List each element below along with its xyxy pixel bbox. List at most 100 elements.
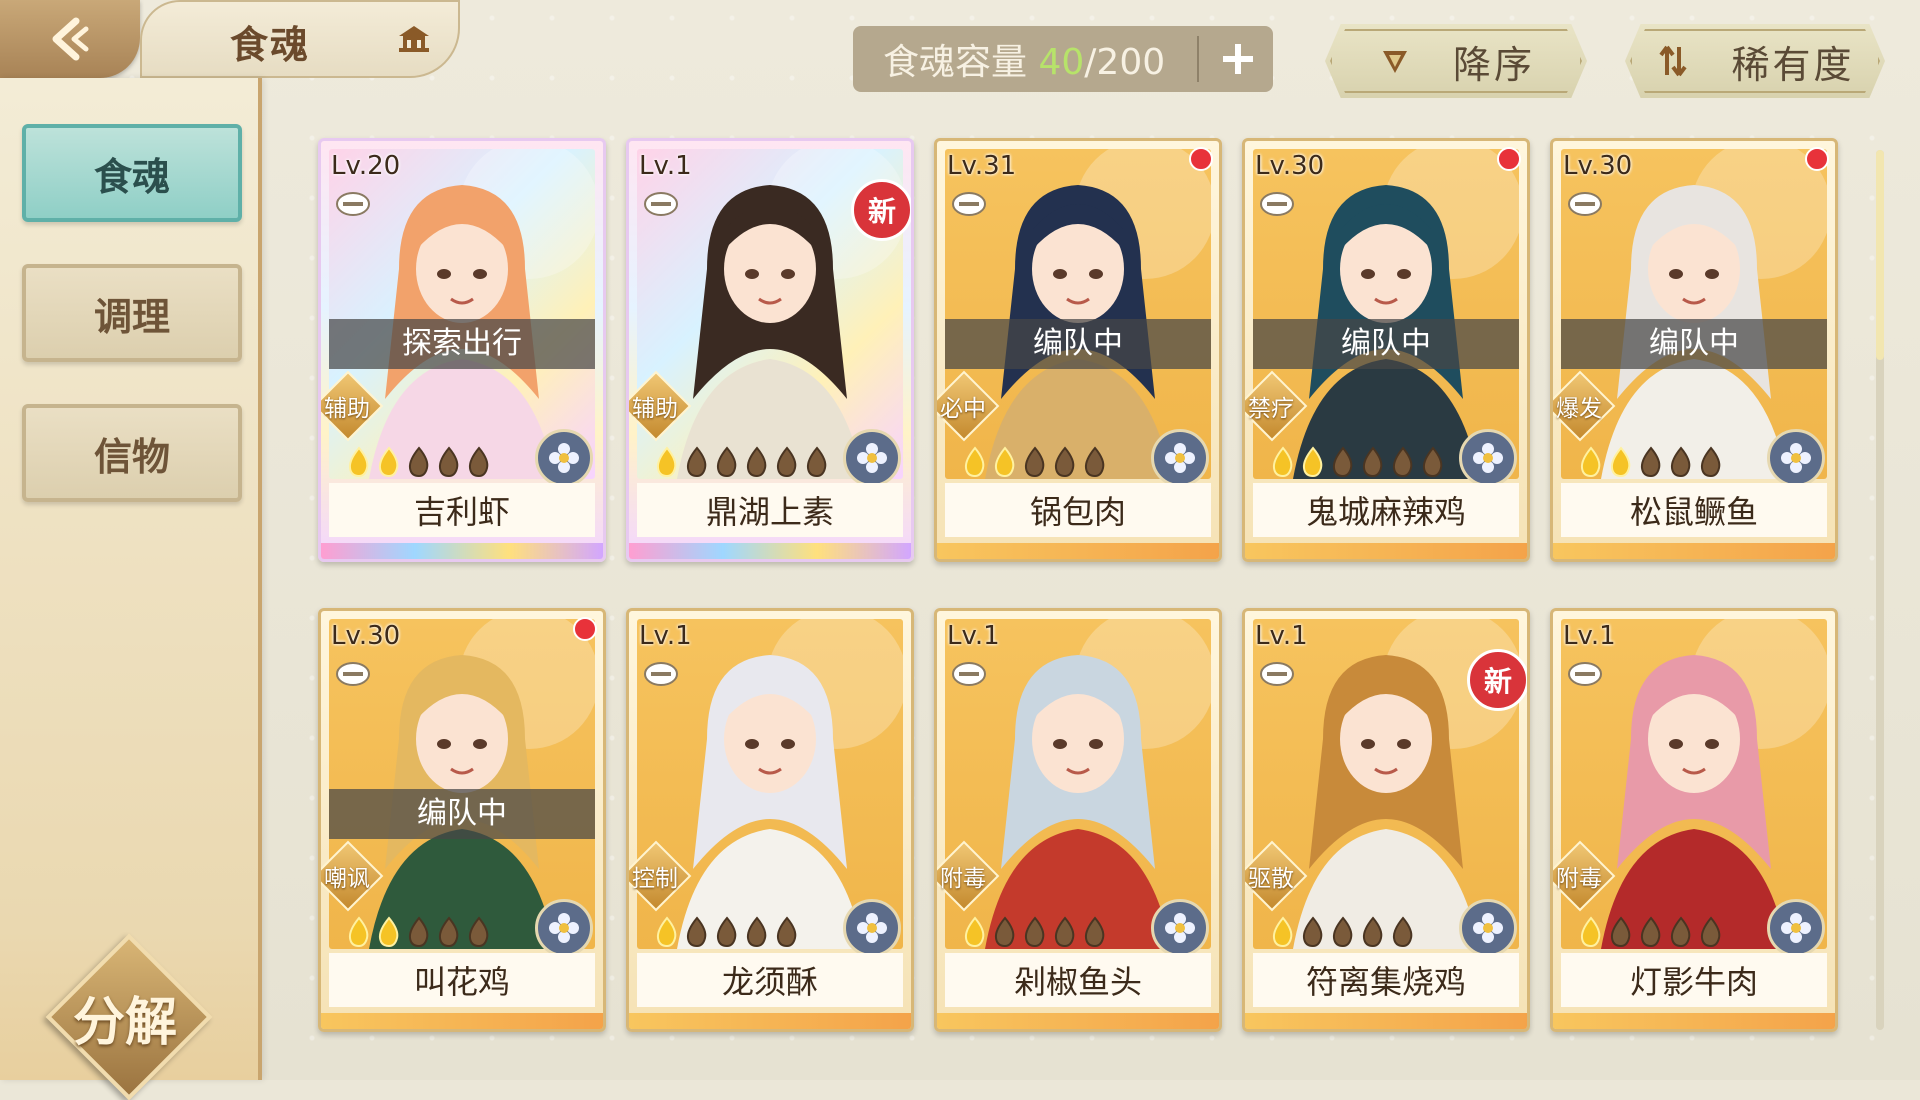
flame-icon xyxy=(1640,446,1661,478)
flame-icon xyxy=(1302,916,1323,948)
scrollbar-thumb[interactable] xyxy=(1876,150,1884,360)
flame-icon xyxy=(964,446,985,478)
role-label: 辅助 xyxy=(324,396,370,422)
flame-icon xyxy=(1084,446,1105,478)
sidebar-tab-cooking[interactable]: 调理 xyxy=(22,264,242,362)
character-name: 剁椒鱼头 xyxy=(945,953,1211,1007)
status-label: 编队中 xyxy=(945,319,1211,369)
flame-icon xyxy=(1272,916,1293,948)
flame-icon xyxy=(1610,446,1631,478)
flame-icon xyxy=(348,916,369,948)
level-label: Lv.31 xyxy=(947,151,1017,181)
capacity-current: 40 xyxy=(1038,42,1085,83)
food-soul-grid: Lv.20 探索出行 辅助 吉利虾 Lv.1 新辅助 鼎湖上素 Lv.31 编队中 必中 锅包肉 Lv… xyxy=(318,138,1838,1038)
add-capacity-button[interactable] xyxy=(1211,34,1265,84)
status-label: 探索出行 xyxy=(329,319,595,369)
rarity-strip xyxy=(1553,1013,1835,1029)
bowl-icon xyxy=(952,662,986,686)
flame-icon xyxy=(994,916,1015,948)
sidebar-tab-food-soul[interactable]: 食魂 xyxy=(22,124,242,222)
flame-icon xyxy=(716,446,737,478)
role-tag: 辅助 xyxy=(629,370,692,442)
character-name: 叫花鸡 xyxy=(329,953,595,1007)
flame-icon xyxy=(1392,446,1413,478)
flame-icon xyxy=(746,916,767,948)
character-name: 鬼城麻辣鸡 xyxy=(1253,483,1519,537)
back-button[interactable] xyxy=(0,0,140,78)
flame-icon xyxy=(378,916,399,948)
rarity-filter-button[interactable]: 稀有度 xyxy=(1625,24,1885,98)
back-arrow-icon xyxy=(52,17,89,61)
sidebar-tab-label: 调理 xyxy=(93,294,170,339)
filter-label: 稀有度 xyxy=(1731,42,1855,87)
character-name: 灯影牛肉 xyxy=(1561,953,1827,1007)
flame-icon xyxy=(408,446,429,478)
decompose-button[interactable]: 分解 xyxy=(45,933,213,1100)
flower-element-icon xyxy=(843,899,901,957)
food-soul-card[interactable]: Lv.30 编队中 爆发 松鼠鳜鱼 xyxy=(1550,138,1838,562)
role-tag: 附毒 xyxy=(1553,840,1616,912)
sidebar-tab-tokens[interactable]: 信物 xyxy=(22,404,242,502)
flame-icon xyxy=(1670,446,1691,478)
flame-icon xyxy=(1024,916,1045,948)
level-label: Lv.30 xyxy=(1255,151,1325,181)
scrollbar[interactable] xyxy=(1876,150,1884,1030)
capacity-label: 食魂容量 xyxy=(883,42,1028,83)
food-soul-card[interactable]: Lv.1 控制 龙须酥 xyxy=(626,608,914,1032)
swap-arrows-icon xyxy=(1659,45,1688,77)
flower-element-icon xyxy=(535,429,593,487)
role-label: 附毒 xyxy=(940,866,986,892)
flame-icon xyxy=(1670,916,1691,948)
flame-icon xyxy=(776,446,797,478)
star-flames xyxy=(961,446,1109,478)
flower-element-icon xyxy=(1459,899,1517,957)
flame-icon xyxy=(1610,916,1631,948)
food-soul-card[interactable]: Lv.1 新辅助 鼎湖上素 xyxy=(626,138,914,562)
capacity-text: 食魂容量 40/200 xyxy=(853,33,1165,85)
flame-icon xyxy=(1422,446,1443,478)
notification-dot xyxy=(1189,147,1213,171)
role-label: 嘲讽 xyxy=(324,866,370,892)
food-soul-card[interactable]: Lv.31 编队中 必中 锅包肉 xyxy=(934,138,1222,562)
food-soul-card[interactable]: Lv.1 新驱散 符离集烧鸡 xyxy=(1242,608,1530,1032)
bowl-icon xyxy=(644,192,678,216)
flame-icon xyxy=(686,446,707,478)
rarity-strip xyxy=(629,543,911,559)
character-name: 符离集烧鸡 xyxy=(1253,953,1519,1007)
flame-icon xyxy=(1700,916,1721,948)
crown-icon[interactable] xyxy=(395,22,433,56)
bowl-icon xyxy=(336,662,370,686)
star-flames xyxy=(653,446,831,478)
character-name: 龙须酥 xyxy=(637,953,903,1007)
bowl-icon xyxy=(1260,662,1294,686)
flame-icon xyxy=(686,916,707,948)
bowl-icon xyxy=(952,192,986,216)
rarity-strip xyxy=(321,543,603,559)
star-flames xyxy=(653,916,801,948)
bowl-icon xyxy=(1260,192,1294,216)
role-label: 附毒 xyxy=(1556,866,1602,892)
flame-icon xyxy=(348,446,369,478)
rarity-strip xyxy=(1245,543,1527,559)
level-label: Lv.1 xyxy=(947,621,1000,651)
flame-icon xyxy=(656,916,677,948)
flower-element-icon xyxy=(843,429,901,487)
food-soul-card[interactable]: Lv.1 附毒 灯影牛肉 xyxy=(1550,608,1838,1032)
flame-icon xyxy=(776,916,797,948)
flame-icon xyxy=(1362,916,1383,948)
flame-icon xyxy=(1332,446,1353,478)
star-flames xyxy=(1577,916,1725,948)
food-soul-card[interactable]: Lv.30 编队中 嘲讽 叫花鸡 xyxy=(318,608,606,1032)
role-label: 驱散 xyxy=(1248,866,1294,892)
food-soul-card[interactable]: Lv.20 探索出行 辅助 吉利虾 xyxy=(318,138,606,562)
sort-order-button[interactable]: 降序 xyxy=(1325,24,1587,98)
flame-icon xyxy=(746,446,767,478)
food-soul-card[interactable]: Lv.1 附毒剁椒鱼头 xyxy=(934,608,1222,1032)
food-soul-card[interactable]: Lv.30 编队中 禁疗 鬼城麻辣鸡 xyxy=(1242,138,1530,562)
flower-element-icon xyxy=(1151,429,1209,487)
level-label: Lv.30 xyxy=(331,621,401,651)
flame-icon xyxy=(1580,446,1601,478)
role-label: 爆发 xyxy=(1556,396,1602,422)
level-label: Lv.30 xyxy=(1563,151,1633,181)
character-name: 鼎湖上素 xyxy=(637,483,903,537)
